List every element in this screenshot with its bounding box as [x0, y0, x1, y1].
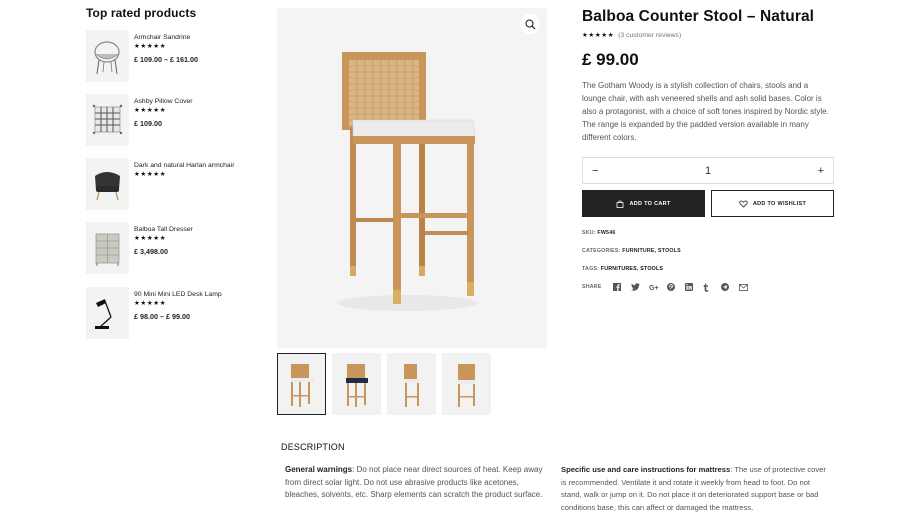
quantity-increase-button[interactable]: + — [818, 165, 824, 177]
stool-illustration — [337, 52, 477, 311]
sku-value: FW546 — [597, 230, 616, 236]
product-name[interactable]: Dark and natural Harlan armchair — [134, 161, 235, 170]
search-icon[interactable] — [520, 14, 540, 34]
google-plus-icon[interactable]: G+ — [649, 282, 667, 292]
thumbnail-natural-stool[interactable] — [277, 353, 326, 415]
product-name[interactable]: 90 Mini Mini LED Desk Lamp — [134, 290, 222, 299]
twitter-icon[interactable] — [630, 282, 649, 292]
rating-stars: ★★★★★ — [582, 32, 615, 39]
tags-label: TAGS: — [582, 266, 600, 272]
product-price: £ 98.00 – £ 99.00 — [134, 312, 190, 321]
add-to-cart-label: ADD TO CART — [629, 200, 671, 207]
armchair-icon[interactable] — [86, 30, 129, 82]
add-to-wishlist-button[interactable]: ADD TO WISHLIST — [711, 190, 834, 217]
tumblr-icon[interactable] — [703, 282, 721, 292]
reviews-link[interactable]: (3 customer reviews) — [618, 32, 681, 39]
quantity-input[interactable]: 1 — [705, 165, 711, 177]
description-tab[interactable]: DESCRIPTION — [281, 442, 345, 452]
rating-row: ★★★★★ (3 customer reviews) — [582, 31, 834, 40]
rating-stars: ★★★★★ — [134, 171, 167, 178]
top-rated-item[interactable]: Balboa Tall Dresser ★★★★★ £ 3,498.00 — [86, 222, 256, 274]
top-rated-sidebar: Top rated products — [86, 6, 256, 30]
thumbnail-gallery — [277, 353, 491, 415]
thumbnail-navy-stool[interactable] — [332, 353, 381, 415]
product-price: £ 99.00 — [582, 50, 639, 69]
general-warnings-text: General warnings: Do not place near dire… — [285, 464, 550, 502]
quantity-decrease-button[interactable]: − — [592, 165, 598, 177]
sku-row: SKU: FW546 — [582, 230, 834, 236]
linkedin-icon[interactable] — [684, 282, 703, 292]
thumbnail-natural-stool-back[interactable] — [442, 353, 491, 415]
product-price: £ 109.00 — [134, 119, 162, 128]
add-to-cart-button[interactable]: ADD TO CART — [582, 190, 705, 217]
top-rated-item[interactable]: Armchair Sandrine ★★★★★ £ 109.00 – £ 161… — [86, 30, 256, 82]
rating-stars: ★★★★★ — [134, 43, 167, 50]
product-name[interactable]: Balboa Tall Dresser — [134, 225, 193, 234]
quantity-stepper[interactable]: − 1 + — [582, 157, 834, 184]
pinterest-icon[interactable] — [666, 282, 685, 292]
product-short-description: The Gotham Woody is a stylish collection… — [582, 81, 829, 142]
sku-label: SKU: — [582, 230, 596, 236]
product-name[interactable]: Armchair Sandrine — [134, 33, 198, 42]
tags-value[interactable]: FURNITURES, STOOLS — [601, 266, 663, 272]
product-name[interactable]: Ashby Pillow Cover — [134, 97, 193, 106]
email-icon[interactable] — [738, 282, 757, 292]
heart-icon — [739, 200, 748, 208]
top-rated-item[interactable]: Dark and natural Harlan armchair ★★★★★ — [86, 158, 256, 210]
pillow-icon[interactable] — [86, 94, 129, 146]
categories-row: CATEGORIES: FURNITURE, STOOLS — [582, 248, 834, 254]
telegram-icon[interactable] — [720, 282, 739, 292]
product-title: Balboa Counter Stool – Natural — [582, 8, 815, 25]
product-price: £ 3,498.00 — [134, 247, 168, 256]
lamp-icon[interactable] — [86, 287, 129, 339]
care-instructions-text: Specific use and care instructions for m… — [561, 464, 829, 514]
share-row: SHARE G+ — [582, 282, 834, 292]
thumbnail-natural-stool-side[interactable] — [387, 353, 436, 415]
rating-stars: ★★★★★ — [134, 235, 167, 242]
main-product-image[interactable] — [277, 8, 547, 348]
tags-row: TAGS: FURNITURES, STOOLS — [582, 266, 834, 272]
top-rated-item[interactable]: 90 Mini Mini LED Desk Lamp ★★★★★ £ 98.00… — [86, 287, 256, 339]
care-instructions-title: Specific use and care instructions for m… — [561, 465, 731, 474]
svg-text:G+: G+ — [649, 285, 659, 291]
dresser-icon[interactable] — [86, 222, 129, 274]
product-summary: Balboa Counter Stool – Natural ★★★★★ (3 … — [582, 8, 834, 292]
share-label: SHARE — [582, 284, 602, 290]
categories-value[interactable]: FURNITURE, STOOLS — [622, 248, 681, 254]
categories-label: CATEGORIES: — [582, 248, 621, 254]
add-to-wishlist-label: ADD TO WISHLIST — [752, 200, 807, 207]
sidebar-title: Top rated products — [86, 6, 197, 20]
product-price: £ 109.00 – £ 161.00 — [134, 55, 198, 64]
facebook-icon[interactable] — [612, 282, 631, 292]
general-warnings-title: General warnings — [285, 465, 353, 474]
armchair-icon[interactable] — [86, 158, 129, 210]
bag-icon — [617, 200, 624, 208]
rating-stars: ★★★★★ — [134, 300, 167, 307]
top-rated-item[interactable]: Ashby Pillow Cover ★★★★★ £ 109.00 — [86, 94, 256, 146]
rating-stars: ★★★★★ — [134, 107, 167, 114]
